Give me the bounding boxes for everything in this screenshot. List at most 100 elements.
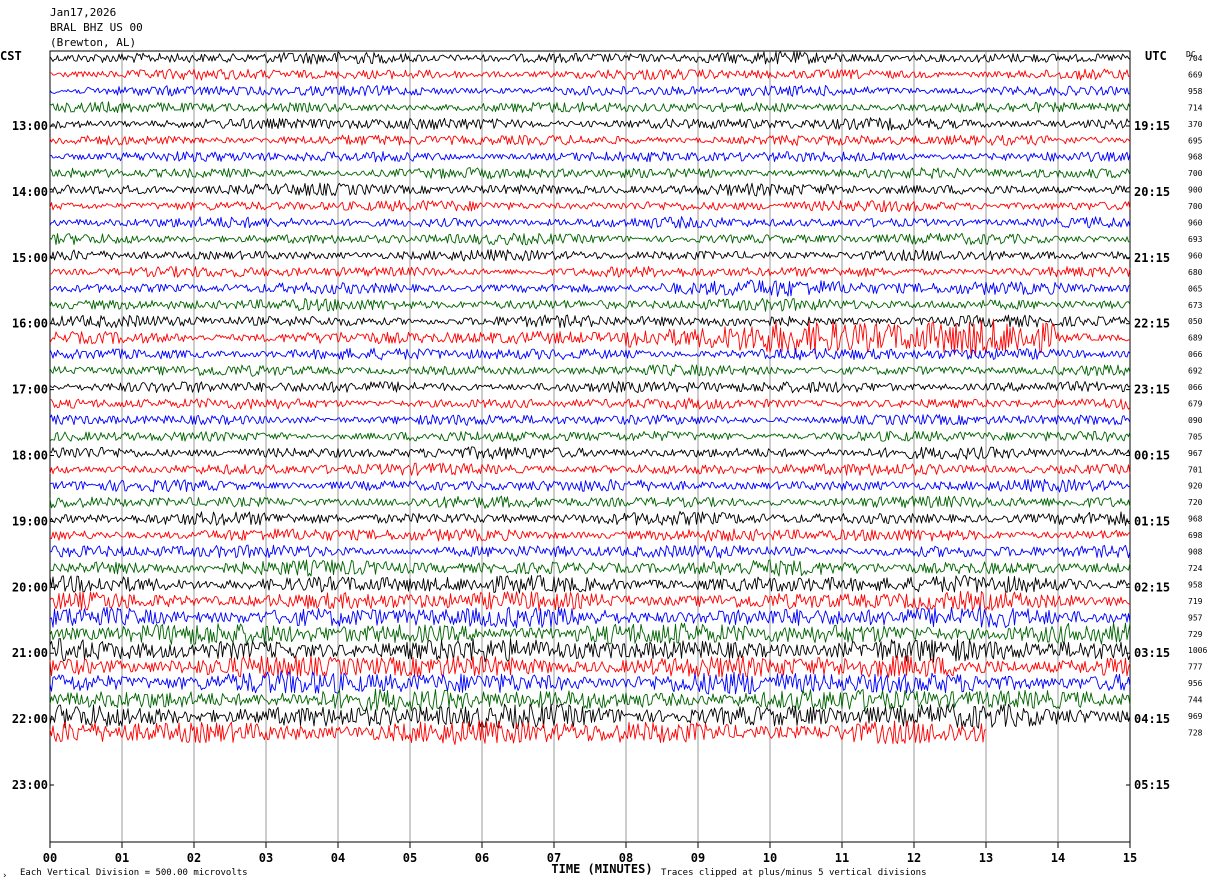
dc-offset-label: 673 (1188, 301, 1203, 310)
scale-note: Each Vertical Division = 500.00 microvol… (20, 868, 248, 878)
seismic-trace (49, 134, 1131, 146)
seismic-trace (49, 606, 1131, 629)
seismic-trace (49, 297, 1131, 312)
x-tick-label: 10 (763, 851, 777, 865)
seismic-trace (49, 559, 1131, 577)
right-hour-label: 22:15 (1134, 317, 1170, 331)
right-hour-label: 20:15 (1134, 185, 1170, 199)
dc-offset-label: 719 (1188, 597, 1203, 606)
left-hour-label: 22:00 (12, 712, 48, 726)
seismic-trace (49, 430, 1131, 442)
left-hour-label: 23:00 (12, 778, 48, 792)
dc-offset-label: 960 (1188, 251, 1203, 260)
dc-offset-label: 066 (1188, 350, 1203, 359)
seismic-trace (50, 265, 1131, 278)
x-tick-label: 11 (835, 851, 849, 865)
dc-offset-label: 050 (1188, 317, 1203, 326)
left-hour-label: 19:00 (12, 514, 48, 528)
x-tick-label: 00 (43, 851, 57, 865)
seismic-trace (49, 318, 1131, 357)
x-tick-label: 04 (331, 851, 345, 865)
dc-offset-label: 728 (1188, 728, 1203, 737)
seismic-trace (49, 51, 1131, 65)
dc-offset-label: 908 (1188, 548, 1203, 557)
dc-offset-label: 705 (1188, 432, 1203, 441)
dc-offset-label: 900 (1188, 186, 1203, 195)
dc-offset-label: 720 (1188, 498, 1203, 507)
seismic-trace (49, 167, 1131, 180)
right-hour-label: 04:15 (1134, 712, 1170, 726)
seismic-trace (49, 249, 1131, 262)
dc-offset-label: 958 (1188, 580, 1203, 589)
x-tick-label: 06 (475, 851, 489, 865)
dc-offset-label: 777 (1188, 663, 1203, 672)
dc-offset-label: 689 (1188, 334, 1203, 343)
dc-offset-label: 698 (1188, 531, 1203, 540)
seismic-trace (49, 380, 1131, 394)
dc-header-label: DC (1186, 50, 1196, 59)
x-tick-label: 12 (907, 851, 921, 865)
left-hour-label: 20:00 (12, 580, 48, 594)
seismic-trace (49, 670, 1131, 695)
dc-offset-label: 967 (1188, 449, 1203, 458)
dc-offset-label: 370 (1188, 120, 1203, 129)
dc-offset-label: 066 (1188, 383, 1203, 392)
seismic-trace (49, 85, 1131, 97)
seismic-trace (49, 101, 1131, 114)
x-tick-label: 09 (691, 851, 705, 865)
dc-offset-label: 714 (1188, 103, 1203, 112)
x-tick-label: 14 (1051, 851, 1065, 865)
dc-offset-label: 969 (1188, 712, 1203, 721)
dc-offset-label: 968 (1188, 515, 1203, 524)
dc-offset-label: 958 (1188, 87, 1203, 96)
seismic-trace (49, 68, 1131, 81)
dc-offset-label: 065 (1188, 284, 1203, 293)
right-hour-label: 23:15 (1134, 383, 1170, 397)
right-hour-label: 02:15 (1134, 580, 1170, 594)
seismic-trace (49, 414, 1131, 426)
left-timezone-label: CST (0, 49, 22, 63)
left-hour-label: 13:00 (12, 119, 48, 133)
right-hour-label: 21:15 (1134, 251, 1170, 265)
right-timezone-label: UTC (1145, 49, 1167, 63)
dc-offset-label: 1006 (1188, 646, 1207, 655)
dc-offset-label: 957 (1188, 613, 1203, 622)
dc-offset-label: 669 (1188, 70, 1203, 79)
clip-note: Traces clipped at plus/minus 5 vertical … (661, 868, 927, 878)
left-hour-label: 17:00 (12, 383, 48, 397)
left-hour-label: 21:00 (12, 646, 48, 660)
dc-offset-label: 700 (1188, 169, 1203, 178)
seismic-trace (49, 364, 1131, 377)
left-hour-label: 18:00 (12, 449, 48, 463)
dc-offset-label: 679 (1188, 399, 1203, 408)
right-hour-label: 19:15 (1134, 119, 1170, 133)
seismic-trace (49, 199, 1131, 213)
dc-offset-label: 744 (1188, 696, 1203, 705)
seismic-trace (49, 511, 1131, 526)
left-hour-label: 16:00 (12, 317, 48, 331)
dc-offset-label: 701 (1188, 465, 1203, 474)
corner-mark: › (2, 871, 7, 881)
x-tick-label: 01 (115, 851, 129, 865)
x-tick-label: 02 (187, 851, 201, 865)
dc-offset-label: 724 (1188, 564, 1203, 573)
dc-offset-label: 956 (1188, 679, 1203, 688)
helicorder-chart: 00 01 02 03 04 05 06 07 08 09 10 11 12 13 14 1570466995… (0, 49, 1207, 881)
x-axis-title: TIME (MINUTES) (551, 862, 652, 876)
seismic-trace (49, 232, 1131, 246)
seismic-trace (49, 397, 1131, 410)
dc-offset-label: 968 (1188, 153, 1203, 162)
right-hour-label: 05:15 (1134, 778, 1170, 792)
seismic-trace (49, 622, 1131, 645)
right-hour-label: 01:15 (1134, 514, 1170, 528)
x-tick-label: 13 (979, 851, 993, 865)
left-hour-label: 14:00 (12, 185, 48, 199)
seismic-trace (49, 462, 1131, 476)
seismic-trace (49, 314, 1131, 328)
right-hour-label: 00:15 (1134, 449, 1170, 463)
dc-offset-label: 695 (1188, 136, 1203, 145)
dc-offset-label: 920 (1188, 482, 1203, 491)
x-tick-label: 05 (403, 851, 417, 865)
dc-offset-label: 090 (1188, 416, 1203, 425)
seismic-trace (49, 279, 1131, 297)
